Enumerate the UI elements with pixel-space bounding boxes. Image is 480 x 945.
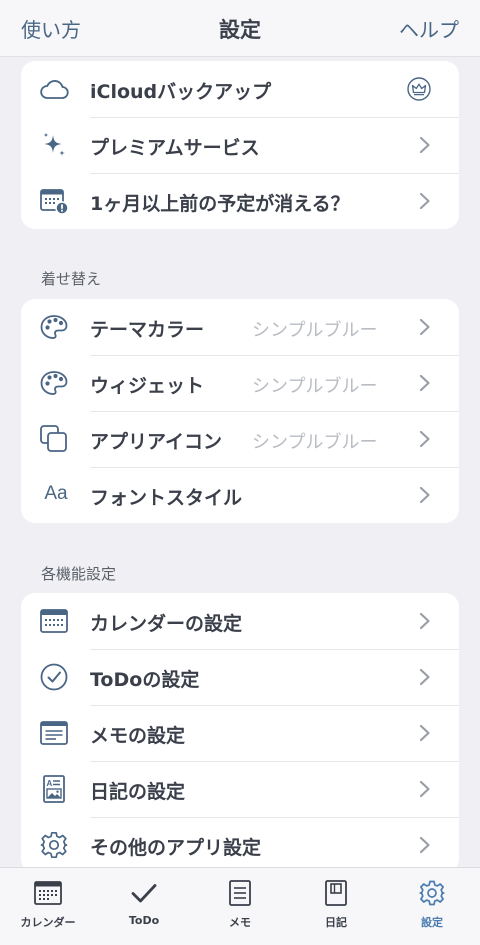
premium-service-row[interactable]: プレミアムサービス — [21, 117, 459, 173]
row-value: シンプルブルー — [252, 432, 378, 453]
icloud-backup-row[interactable]: iCloudバックアップ — [21, 61, 459, 117]
todo-settings-row[interactable]: ToDoの設定 — [21, 649, 459, 705]
tab-todo[interactable]: ToDo — [96, 868, 192, 945]
palette-icon — [39, 313, 69, 341]
theme-color-row[interactable]: テーマカラー シンプルブルー — [21, 299, 459, 355]
palette-icon — [39, 369, 69, 397]
tab-label: カレンダー — [20, 916, 76, 929]
section-header-features: 各機能設定 — [41, 565, 117, 583]
tab-label: ToDo — [128, 914, 160, 927]
calendar-settings-row[interactable]: カレンダーの設定 — [21, 593, 459, 649]
settings-list[interactable]: iCloudバックアップ プレミアムサービス 1ヶ月以上前の予定が消える？ 着せ… — [0, 57, 480, 868]
font-aa-icon: Aa — [44, 483, 68, 504]
row-label: フォントスタイル — [90, 487, 243, 509]
chevron-right-icon — [419, 724, 430, 742]
chevron-right-icon — [419, 374, 430, 392]
help-button[interactable]: ヘルプ — [399, 14, 459, 43]
calendar-icon — [34, 881, 62, 905]
calendar-warning-icon — [39, 187, 69, 215]
tab-calendar[interactable]: カレンダー — [0, 868, 96, 945]
widget-row[interactable]: ウィジェット シンプルブルー — [21, 355, 459, 411]
chevron-right-icon — [419, 780, 430, 798]
tab-bar: カレンダー ToDo メモ 日記 設定 — [0, 867, 480, 945]
tab-memo[interactable]: メモ — [192, 868, 288, 945]
tab-label: 日記 — [325, 916, 347, 929]
font-style-row[interactable]: Aa フォントスタイル — [21, 467, 459, 523]
app-icon-squares-icon — [39, 425, 69, 453]
memo-icon — [39, 719, 69, 747]
svg-text:A: A — [47, 779, 53, 788]
row-label: ウィジェット — [90, 375, 205, 397]
cloud-icon — [39, 75, 69, 103]
row-value: シンプルブルー — [252, 320, 378, 341]
row-label: メモの設定 — [90, 725, 186, 747]
row-label: ToDoの設定 — [90, 669, 200, 691]
tab-label: 設定 — [421, 916, 443, 929]
row-label: アプリアイコン — [90, 431, 223, 453]
theme-group: テーマカラー シンプルブルー ウィジェット シンプルブルー アプリアイコン シン… — [21, 299, 459, 523]
diary-icon: A — [39, 775, 69, 803]
chevron-right-icon — [419, 430, 430, 448]
sparkle-icon — [39, 131, 69, 159]
row-label: iCloudバックアップ — [90, 81, 272, 103]
features-group: カレンダーの設定 ToDoの設定 メモの設定 A 日記の設定 その他のアプリ設定 — [21, 593, 459, 868]
chevron-right-icon — [419, 318, 430, 336]
chevron-right-icon — [419, 836, 430, 854]
nav-bar: 使い方 設定 ヘルプ — [0, 0, 480, 57]
check-circle-icon — [39, 663, 69, 691]
tab-settings[interactable]: 設定 — [384, 868, 480, 945]
memo-icon — [229, 880, 251, 906]
tab-label: メモ — [229, 916, 251, 929]
diary-icon — [325, 880, 347, 906]
row-label: テーマカラー — [90, 319, 205, 341]
chevron-right-icon — [419, 612, 430, 630]
other-settings-row[interactable]: その他のアプリ設定 — [21, 817, 459, 868]
row-label: その他のアプリ設定 — [90, 837, 262, 859]
row-label: カレンダーの設定 — [90, 613, 243, 635]
app-icon-row[interactable]: アプリアイコン シンプルブルー — [21, 411, 459, 467]
checkmark-icon — [131, 884, 157, 903]
gear-icon — [419, 880, 445, 906]
chevron-right-icon — [419, 192, 430, 210]
chevron-right-icon — [419, 136, 430, 154]
chevron-right-icon — [419, 486, 430, 504]
row-label: 日記の設定 — [90, 781, 186, 803]
memo-settings-row[interactable]: メモの設定 — [21, 705, 459, 761]
row-label: プレミアムサービス — [90, 137, 260, 159]
section-header-theme: 着せ替え — [41, 270, 102, 288]
calendar-icon — [39, 607, 69, 635]
account-group: iCloudバックアップ プレミアムサービス 1ヶ月以上前の予定が消える？ — [21, 61, 459, 229]
diary-settings-row[interactable]: A 日記の設定 — [21, 761, 459, 817]
row-value: シンプルブルー — [252, 376, 378, 397]
old-events-row[interactable]: 1ヶ月以上前の予定が消える？ — [21, 173, 459, 229]
gear-icon — [39, 831, 69, 859]
premium-crown-icon — [406, 76, 432, 102]
row-label: 1ヶ月以上前の予定が消える？ — [90, 193, 350, 215]
tab-diary[interactable]: 日記 — [288, 868, 384, 945]
chevron-right-icon — [419, 668, 430, 686]
